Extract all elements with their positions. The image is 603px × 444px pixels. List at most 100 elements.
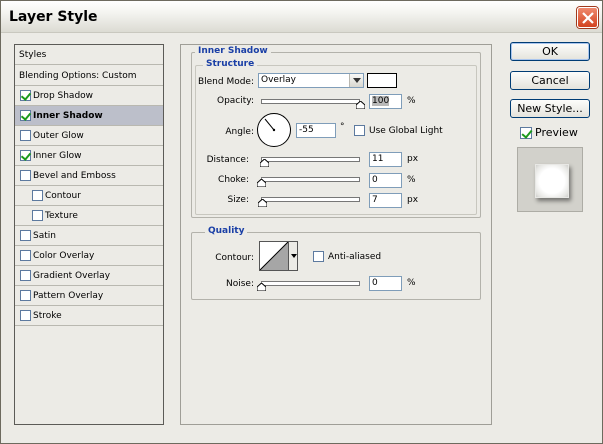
opacity-slider-thumb[interactable]: [355, 100, 365, 110]
style-item-texture[interactable]: Texture: [15, 206, 163, 226]
styles-header[interactable]: Styles: [15, 45, 163, 65]
style-item-checkbox[interactable]: [20, 250, 31, 261]
size-value: 7: [372, 195, 378, 205]
quality-group: [191, 232, 481, 300]
noise-input[interactable]: 0: [369, 276, 402, 291]
style-item-label: Inner Glow: [33, 150, 82, 161]
noise-unit: %: [407, 278, 416, 288]
styles-header-label: Styles: [19, 49, 47, 60]
noise-value: 0: [372, 278, 378, 288]
ok-button[interactable]: OK: [510, 42, 590, 61]
style-item-pattern-overlay[interactable]: Pattern Overlay: [15, 286, 163, 306]
distance-input[interactable]: 11: [369, 152, 402, 167]
shadow-color-swatch[interactable]: [367, 73, 397, 88]
distance-value: 11: [372, 154, 384, 164]
style-item-checkbox[interactable]: [20, 290, 31, 301]
opacity-unit: %: [407, 96, 416, 106]
choke-input[interactable]: 0: [369, 173, 402, 188]
use-global-light-label: Use Global Light: [369, 126, 443, 136]
distance-slider-track[interactable]: [261, 157, 360, 162]
title-bar[interactable]: Layer Style: [1, 1, 602, 33]
style-item-label: Pattern Overlay: [33, 290, 104, 301]
style-item-outer-glow[interactable]: Outer Glow: [15, 126, 163, 146]
style-item-color-overlay[interactable]: Color Overlay: [15, 246, 163, 266]
size-slider-track[interactable]: [261, 197, 360, 202]
style-item-checkbox[interactable]: [20, 130, 31, 141]
angle-value: -55: [299, 125, 314, 135]
choke-value: 0: [372, 175, 378, 185]
new-style-button[interactable]: New Style...: [510, 99, 590, 118]
style-item-label: Inner Shadow: [33, 110, 103, 121]
chevron-down-icon: [349, 74, 363, 87]
preview-checkbox[interactable]: [520, 126, 532, 139]
angle-unit: °: [340, 122, 345, 132]
inner-shadow-panel: Inner Shadow Structure Blend Mode: Overl…: [180, 44, 492, 425]
close-button[interactable]: [577, 7, 598, 28]
blend-mode-value: Overlay: [261, 75, 296, 85]
preview-toggle[interactable]: Preview: [520, 126, 578, 139]
style-item-checkbox[interactable]: [20, 310, 31, 321]
distance-unit: px: [407, 154, 419, 164]
preview-label: Preview: [535, 126, 578, 139]
style-item-checkbox[interactable]: [20, 110, 31, 121]
style-item-label: Texture: [45, 210, 78, 221]
distance-label: Distance:: [206, 155, 249, 165]
size-slider-thumb[interactable]: [257, 198, 268, 208]
angle-input[interactable]: -55: [296, 123, 336, 138]
choke-slider-thumb[interactable]: [256, 178, 266, 188]
noise-label: Noise:: [226, 279, 254, 289]
distance-slider-thumb[interactable]: [259, 158, 270, 168]
style-item-contour[interactable]: Contour: [15, 186, 163, 206]
style-item-label: Contour: [45, 190, 81, 201]
preview-swatch: [535, 164, 569, 198]
window-title: Layer Style: [9, 9, 98, 25]
size-unit: px: [407, 195, 419, 205]
blend-mode-label: Blend Mode:: [197, 77, 254, 87]
quality-title: Quality: [205, 226, 248, 236]
angle-label: Angle:: [225, 127, 254, 137]
choke-label: Choke:: [218, 175, 249, 185]
style-item-checkbox[interactable]: [20, 90, 31, 101]
style-item-label: Stroke: [33, 310, 62, 321]
opacity-slider-track[interactable]: [261, 99, 360, 104]
style-item-checkbox[interactable]: [20, 150, 31, 161]
opacity-label: Opacity:: [217, 96, 254, 106]
size-label: Size:: [227, 195, 249, 205]
style-item-gradient-overlay[interactable]: Gradient Overlay: [15, 266, 163, 286]
angle-dial[interactable]: [257, 113, 291, 147]
style-item-label: Drop Shadow: [33, 90, 94, 101]
style-item-checkbox[interactable]: [32, 210, 43, 221]
noise-slider-track[interactable]: [261, 281, 360, 286]
size-input[interactable]: 7: [369, 193, 402, 208]
opacity-value: 100: [372, 96, 390, 106]
panel-title: Inner Shadow: [195, 46, 271, 56]
contour-picker[interactable]: [259, 241, 289, 271]
style-item-label: Satin: [33, 230, 56, 241]
choke-slider-track[interactable]: [261, 177, 360, 182]
style-item-label: Outer Glow: [33, 130, 84, 141]
style-item-checkbox[interactable]: [20, 170, 31, 181]
style-item-checkbox[interactable]: [32, 190, 43, 201]
styles-list: Styles Blending Options: Custom Drop Sha…: [14, 44, 164, 425]
noise-slider-thumb[interactable]: [256, 282, 266, 292]
style-item-checkbox[interactable]: [20, 230, 31, 241]
opacity-input[interactable]: 100: [369, 94, 402, 109]
contour-label: Contour:: [215, 253, 254, 263]
blend-mode-select[interactable]: Overlay: [258, 73, 364, 88]
cancel-button[interactable]: Cancel: [510, 71, 590, 90]
use-global-light-checkbox[interactable]: [354, 125, 365, 136]
layer-style-dialog: Layer Style Styles Blending Options: Cus…: [0, 0, 603, 444]
anti-aliased-label: Anti-aliased: [328, 252, 382, 262]
style-item-bevel-and-emboss[interactable]: Bevel and Emboss: [15, 166, 163, 186]
style-item-stroke[interactable]: Stroke: [15, 306, 163, 326]
structure-title: Structure: [203, 59, 258, 69]
style-item-inner-glow[interactable]: Inner Glow: [15, 146, 163, 166]
anti-aliased-checkbox[interactable]: [313, 251, 324, 262]
blending-options-row[interactable]: Blending Options: Custom: [15, 66, 163, 86]
style-item-satin[interactable]: Satin: [15, 226, 163, 246]
contour-dropdown-arrow[interactable]: [288, 241, 298, 271]
style-preview: [517, 147, 583, 212]
style-item-checkbox[interactable]: [20, 270, 31, 281]
style-item-drop-shadow[interactable]: Drop Shadow: [15, 86, 163, 106]
style-item-inner-shadow[interactable]: Inner Shadow: [15, 106, 163, 126]
